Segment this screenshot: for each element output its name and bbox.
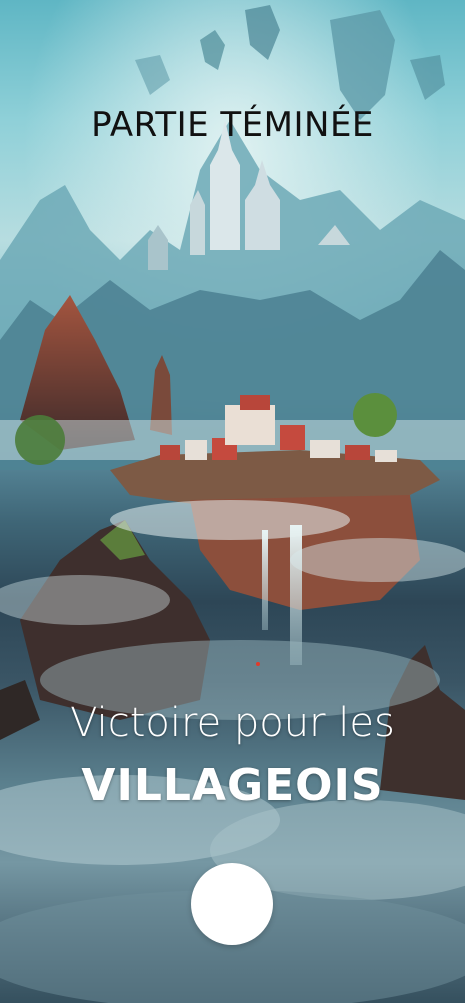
game-over-title: PARTIE TÉMINÉE [91, 105, 374, 145]
winning-team: VILLAGEOIS [81, 760, 384, 811]
result-line1: Victoire pour les [70, 700, 395, 746]
continue-button[interactable] [191, 863, 273, 945]
fantasy-landscape-background [0, 0, 465, 1003]
game-over-screen: PARTIE TÉMINÉE Victoire pour les VILLAGE… [0, 0, 465, 1003]
